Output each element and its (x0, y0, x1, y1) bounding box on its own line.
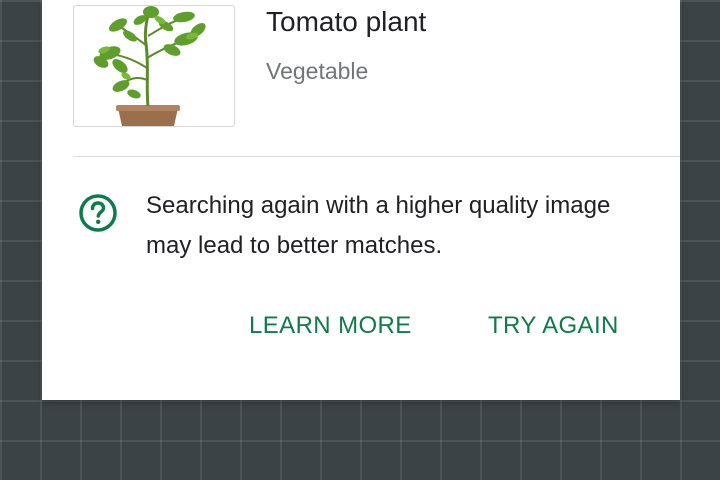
result-card: Tomato plant Vegetable Searching again w… (42, 0, 680, 400)
help-message: Searching again with a higher quality im… (146, 192, 611, 259)
result-item[interactable]: Tomato plant Vegetable (42, 0, 680, 156)
help-circle-icon (78, 193, 118, 233)
result-thumbnail[interactable] (73, 5, 235, 127)
learn-more-button[interactable]: LEARN MORE (249, 306, 412, 346)
divider (73, 156, 680, 157)
result-title: Tomato plant (266, 6, 427, 37)
tomato-plant-image (93, 6, 206, 126)
try-again-button[interactable]: TRY AGAIN (488, 306, 619, 346)
result-subtitle: Vegetable (266, 58, 369, 84)
